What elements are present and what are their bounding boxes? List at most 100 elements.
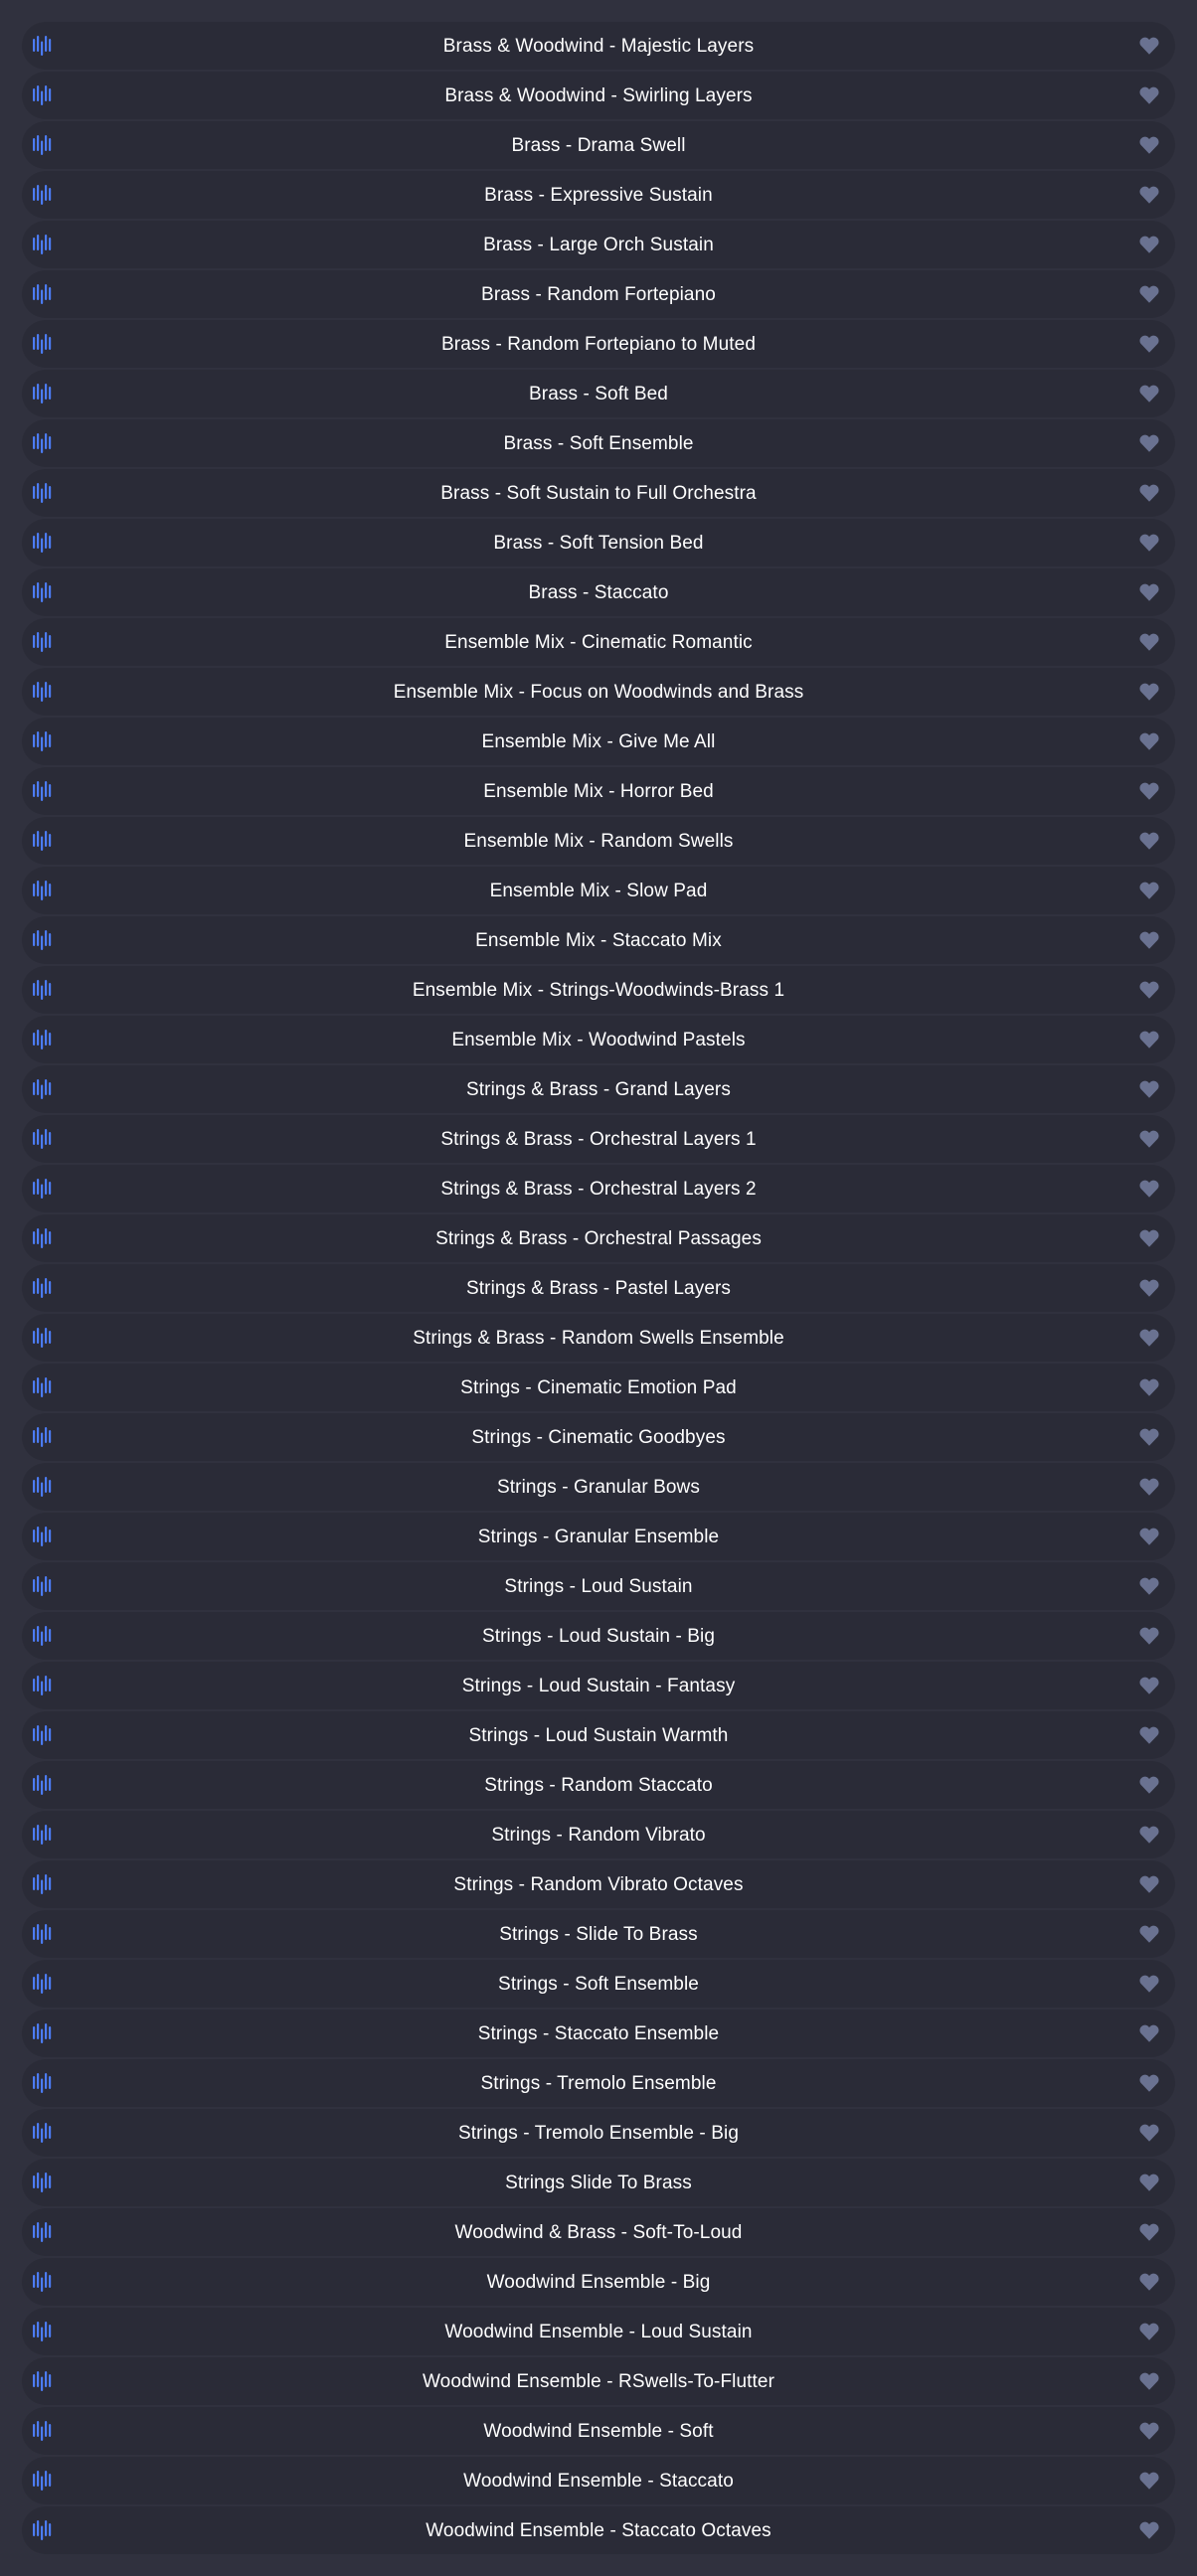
preset-list-item[interactable]: Woodwind Ensemble - Staccato	[22, 2457, 1175, 2504]
heart-icon[interactable]	[1139, 1478, 1159, 1497]
preset-list-item[interactable]: Strings & Brass - Pastel Layers	[22, 1264, 1175, 1312]
heart-icon[interactable]	[1139, 37, 1159, 56]
preset-list-item[interactable]: Woodwind Ensemble - Soft	[22, 2407, 1175, 2455]
heart-icon[interactable]	[1139, 236, 1159, 254]
preset-list-item[interactable]: Brass - Soft Bed	[22, 370, 1175, 417]
heart-icon[interactable]	[1139, 583, 1159, 602]
preset-list-item[interactable]: Strings - Loud Sustain	[22, 1562, 1175, 1610]
preset-list-item[interactable]: Brass - Expressive Sustain	[22, 171, 1175, 219]
preset-list-item[interactable]: Strings & Brass - Random Swells Ensemble	[22, 1314, 1175, 1362]
heart-icon[interactable]	[1139, 1031, 1159, 1049]
preset-list-item[interactable]: Ensemble Mix - Strings-Woodwinds-Brass 1	[22, 966, 1175, 1014]
heart-icon[interactable]	[1139, 2223, 1159, 2242]
preset-list-item[interactable]: Ensemble Mix - Random Swells	[22, 817, 1175, 865]
heart-icon[interactable]	[1139, 86, 1159, 105]
preset-list-item[interactable]: Brass & Woodwind - Swirling Layers	[22, 72, 1175, 119]
heart-icon[interactable]	[1139, 2024, 1159, 2043]
heart-icon[interactable]	[1139, 1826, 1159, 1845]
heart-icon[interactable]	[1139, 1329, 1159, 1348]
preset-list-item[interactable]: Strings - Soft Ensemble	[22, 1960, 1175, 2008]
preset-list-item[interactable]: Ensemble Mix - Give Me All	[22, 718, 1175, 765]
heart-icon[interactable]	[1139, 1279, 1159, 1298]
heart-icon[interactable]	[1139, 2273, 1159, 2292]
heart-icon[interactable]	[1139, 1378, 1159, 1397]
heart-icon[interactable]	[1139, 1180, 1159, 1199]
heart-icon[interactable]	[1139, 931, 1159, 950]
preset-list-item[interactable]: Brass - Large Orch Sustain	[22, 221, 1175, 268]
preset-list-item[interactable]: Woodwind & Brass - Soft-To-Loud	[22, 2208, 1175, 2256]
preset-list-item[interactable]: Brass - Drama Swell	[22, 121, 1175, 169]
preset-list-item[interactable]: Ensemble Mix - Slow Pad	[22, 867, 1175, 914]
heart-icon[interactable]	[1139, 1528, 1159, 1546]
preset-list-item[interactable]: Strings - Random Vibrato	[22, 1811, 1175, 1858]
preset-list-item[interactable]: Ensemble Mix - Staccato Mix	[22, 916, 1175, 964]
preset-list-item[interactable]: Strings - Loud Sustain Warmth	[22, 1711, 1175, 1759]
heart-icon[interactable]	[1139, 1627, 1159, 1646]
heart-icon[interactable]	[1139, 385, 1159, 403]
heart-icon[interactable]	[1139, 434, 1159, 453]
preset-list-item[interactable]: Strings & Brass - Grand Layers	[22, 1065, 1175, 1113]
heart-icon[interactable]	[1139, 2174, 1159, 2192]
preset-list-item[interactable]: Brass - Random Fortepiano	[22, 270, 1175, 318]
heart-icon[interactable]	[1139, 1975, 1159, 1994]
heart-icon[interactable]	[1139, 1577, 1159, 1596]
heart-icon[interactable]	[1139, 1925, 1159, 1944]
preset-list-item[interactable]: Ensemble Mix - Focus on Woodwinds and Br…	[22, 668, 1175, 716]
heart-icon[interactable]	[1139, 2074, 1159, 2093]
preset-list-item[interactable]: Strings - Cinematic Emotion Pad	[22, 1364, 1175, 1411]
heart-icon[interactable]	[1139, 484, 1159, 503]
preset-list-item[interactable]: Strings - Granular Bows	[22, 1463, 1175, 1511]
preset-list-item[interactable]: Brass - Soft Ensemble	[22, 419, 1175, 467]
preset-list-item[interactable]: Strings & Brass - Orchestral Layers 2	[22, 1165, 1175, 1212]
preset-list-item[interactable]: Woodwind Ensemble - Loud Sustain	[22, 2308, 1175, 2355]
heart-icon[interactable]	[1139, 832, 1159, 851]
heart-icon[interactable]	[1139, 782, 1159, 801]
heart-icon[interactable]	[1139, 2521, 1159, 2540]
heart-icon[interactable]	[1139, 1726, 1159, 1745]
heart-icon[interactable]	[1139, 683, 1159, 702]
preset-list-item[interactable]: Brass - Staccato	[22, 568, 1175, 616]
preset-list-item[interactable]: Brass - Soft Sustain to Full Orchestra	[22, 469, 1175, 517]
preset-list-item[interactable]: Brass - Soft Tension Bed	[22, 519, 1175, 566]
preset-list-item[interactable]: Brass & Woodwind - Majestic Layers	[22, 22, 1175, 70]
heart-icon[interactable]	[1139, 2472, 1159, 2491]
heart-icon[interactable]	[1139, 335, 1159, 354]
heart-icon[interactable]	[1139, 2124, 1159, 2143]
preset-list-item[interactable]: Strings - Tremolo Ensemble	[22, 2059, 1175, 2107]
preset-list-item[interactable]: Ensemble Mix - Cinematic Romantic	[22, 618, 1175, 666]
heart-icon[interactable]	[1139, 1428, 1159, 1447]
heart-icon[interactable]	[1139, 2323, 1159, 2341]
preset-list-item[interactable]: Strings - Loud Sustain - Fantasy	[22, 1662, 1175, 1709]
preset-list-item[interactable]: Strings - Loud Sustain - Big	[22, 1612, 1175, 1660]
preset-list-item[interactable]: Strings - Staccato Ensemble	[22, 2010, 1175, 2057]
preset-list-item[interactable]: Strings & Brass - Orchestral Passages	[22, 1214, 1175, 1262]
preset-list-item[interactable]: Strings - Slide To Brass	[22, 1910, 1175, 1958]
heart-icon[interactable]	[1139, 136, 1159, 155]
preset-list-item[interactable]: Strings - Tremolo Ensemble - Big	[22, 2109, 1175, 2157]
heart-icon[interactable]	[1139, 882, 1159, 900]
heart-icon[interactable]	[1139, 1776, 1159, 1795]
preset-list-item[interactable]: Woodwind Ensemble - Staccato Octaves	[22, 2506, 1175, 2554]
preset-list-item[interactable]: Strings - Cinematic Goodbyes	[22, 1413, 1175, 1461]
heart-icon[interactable]	[1139, 534, 1159, 553]
heart-icon[interactable]	[1139, 981, 1159, 1000]
heart-icon[interactable]	[1139, 1130, 1159, 1149]
heart-icon[interactable]	[1139, 2422, 1159, 2441]
preset-list-item[interactable]: Brass - Random Fortepiano to Muted	[22, 320, 1175, 368]
preset-list-item[interactable]: Woodwind Ensemble - Big	[22, 2258, 1175, 2306]
heart-icon[interactable]	[1139, 1677, 1159, 1695]
preset-list-item[interactable]: Strings & Brass - Orchestral Layers 1	[22, 1115, 1175, 1163]
heart-icon[interactable]	[1139, 732, 1159, 751]
heart-icon[interactable]	[1139, 1875, 1159, 1894]
heart-icon[interactable]	[1139, 285, 1159, 304]
preset-list-item[interactable]: Strings - Random Staccato	[22, 1761, 1175, 1809]
preset-list-item[interactable]: Strings - Random Vibrato Octaves	[22, 1860, 1175, 1908]
heart-icon[interactable]	[1139, 633, 1159, 652]
preset-list-item[interactable]: Ensemble Mix - Woodwind Pastels	[22, 1016, 1175, 1063]
heart-icon[interactable]	[1139, 1229, 1159, 1248]
preset-list-item[interactable]: Strings Slide To Brass	[22, 2159, 1175, 2206]
heart-icon[interactable]	[1139, 1080, 1159, 1099]
preset-list-item[interactable]: Ensemble Mix - Horror Bed	[22, 767, 1175, 815]
preset-list-item[interactable]: Woodwind Ensemble - RSwells-To-Flutter	[22, 2357, 1175, 2405]
heart-icon[interactable]	[1139, 186, 1159, 205]
